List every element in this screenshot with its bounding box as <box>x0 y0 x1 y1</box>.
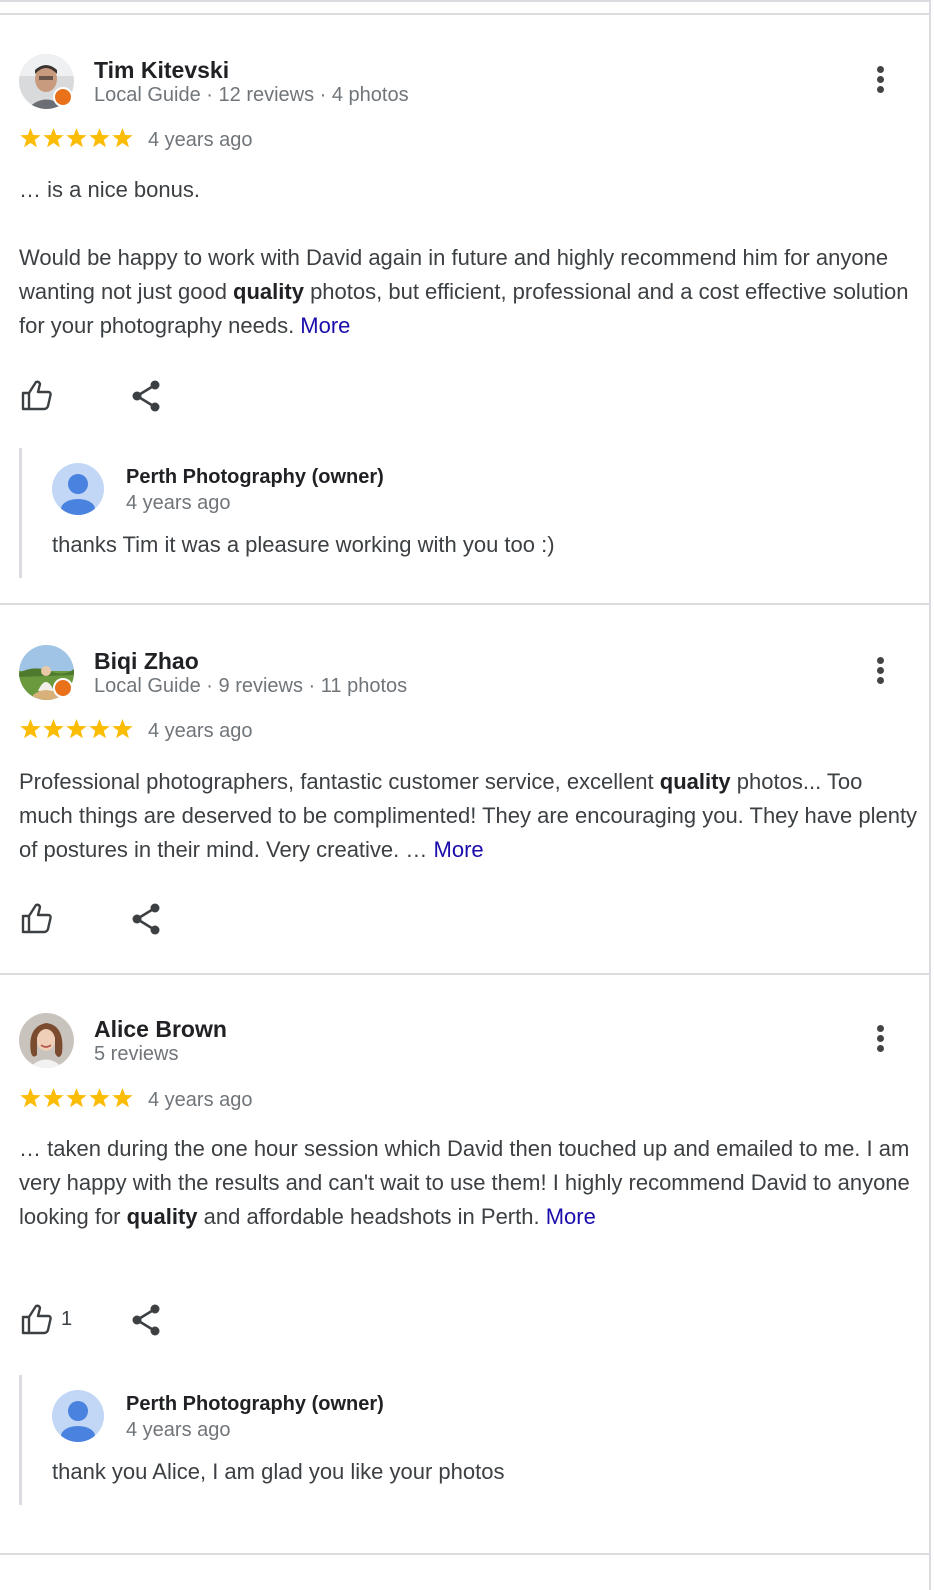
review-text-paragraph: … is a nice bonus. <box>19 177 200 202</box>
reviewer-avatar[interactable] <box>19 1013 74 1068</box>
owner-reply: Perth Photography (owner) 4 years ago th… <box>19 448 909 578</box>
more-vert-icon[interactable] <box>868 62 894 98</box>
share-icon[interactable] <box>129 1302 165 1338</box>
more-vert-icon[interactable] <box>868 1021 894 1057</box>
reviewer-meta: Local Guide · 12 reviews · 4 photos <box>94 84 409 106</box>
review-card: Alice Brown 5 reviews 4 years ago … take… <box>0 975 929 1555</box>
owner-name: Perth Photography (owner) <box>126 466 384 488</box>
share-icon[interactable] <box>129 901 165 937</box>
reviewer-name[interactable]: Tim Kitevski <box>94 56 229 84</box>
review-text: … taken during the one hour session whic… <box>19 1132 919 1234</box>
star-rating <box>19 717 135 743</box>
reviewer-meta: Local Guide · 9 reviews · 11 photos <box>94 675 408 697</box>
local-guide-badge-icon <box>53 678 73 698</box>
reviewer-name[interactable]: Biqi Zhao <box>94 647 199 675</box>
review-text-paragraph: … taken during the one hour session whic… <box>19 1136 910 1229</box>
default-person-icon <box>52 1390 104 1442</box>
more-link[interactable]: More <box>546 1204 596 1229</box>
review-text-paragraph: Professional photographers, fantastic cu… <box>19 769 918 862</box>
reviewer-meta: 5 reviews <box>94 1043 179 1065</box>
owner-reply-time: 4 years ago <box>126 492 231 514</box>
review-text: … is a nice bonus. Would be happy to wor… <box>19 173 919 343</box>
more-link[interactable]: More <box>434 837 484 862</box>
owner-reply-time: 4 years ago <box>126 1419 231 1441</box>
more-vert-icon[interactable] <box>868 653 894 689</box>
like-count: 1 <box>61 1308 73 1330</box>
review-text: Professional photographers, fantastic cu… <box>19 765 919 867</box>
share-icon[interactable] <box>129 378 165 414</box>
review-actions <box>19 378 219 418</box>
thumb-up-icon[interactable] <box>19 378 55 414</box>
review-time: 4 years ago <box>148 129 253 151</box>
reviewer-name[interactable]: Alice Brown <box>94 1015 227 1043</box>
star-rating <box>19 1086 135 1112</box>
thumb-up-icon[interactable] <box>19 1302 55 1338</box>
review-text-paragraph: Would be happy to work with David again … <box>19 245 909 338</box>
owner-name: Perth Photography (owner) <box>126 1393 384 1415</box>
review-card: Biqi Zhao Local Guide · 9 reviews · 11 p… <box>0 605 929 975</box>
owner-avatar <box>52 463 104 515</box>
default-person-icon <box>52 463 104 515</box>
owner-avatar <box>52 1390 104 1442</box>
review-actions <box>19 901 219 941</box>
review-time: 4 years ago <box>148 720 253 742</box>
review-time: 4 years ago <box>148 1089 253 1111</box>
owner-reply: Perth Photography (owner) 4 years ago th… <box>19 1375 909 1505</box>
five-stars-icon <box>20 719 133 739</box>
five-stars-icon <box>20 128 133 148</box>
review-divider <box>0 1553 931 1555</box>
reviewer-avatar[interactable] <box>19 645 74 700</box>
local-guide-badge-icon <box>53 87 73 107</box>
reviewer-avatar[interactable] <box>19 54 74 109</box>
review-card: Tim Kitevski Local Guide · 12 reviews · … <box>0 0 929 605</box>
star-rating <box>19 126 135 152</box>
owner-reply-text: thank you Alice, I am glad you like your… <box>52 1459 505 1484</box>
right-border <box>929 0 931 1590</box>
more-link[interactable]: More <box>300 313 350 338</box>
owner-reply-text: thanks Tim it was a pleasure working wit… <box>52 532 555 557</box>
five-stars-icon <box>20 1088 133 1108</box>
review-actions: 1 <box>19 1302 219 1342</box>
thumb-up-icon[interactable] <box>19 901 55 937</box>
